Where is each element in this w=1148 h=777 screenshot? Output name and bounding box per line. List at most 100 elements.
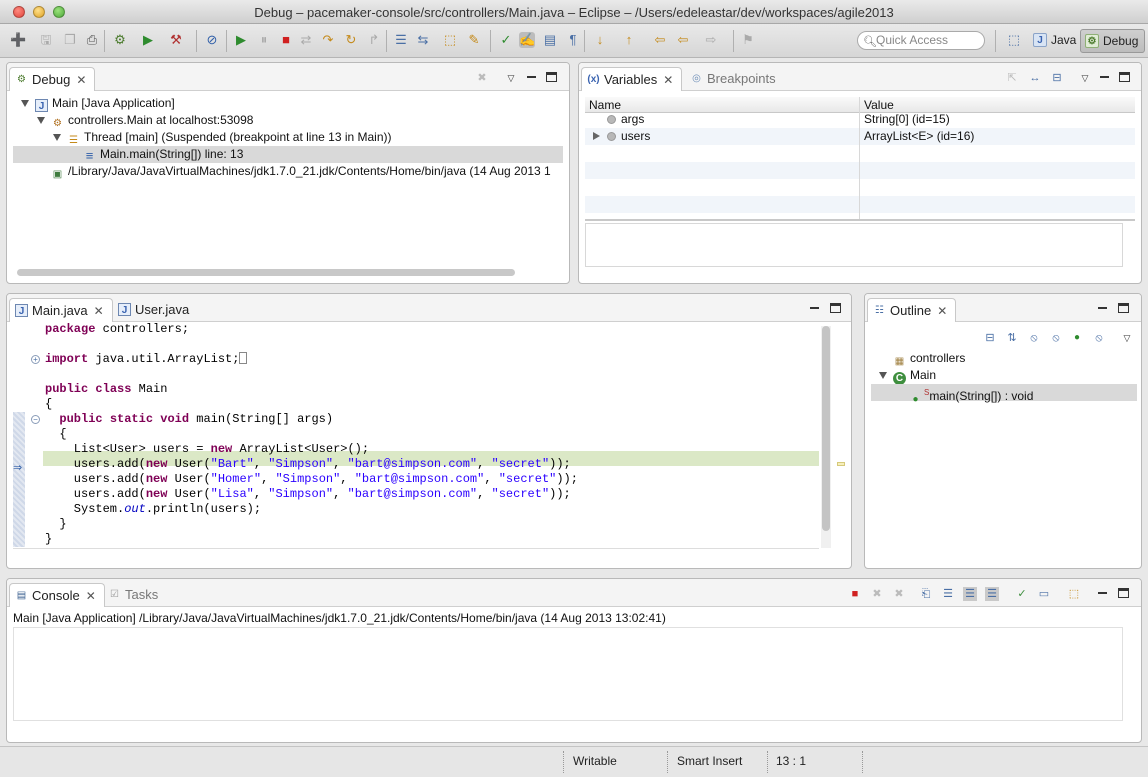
hide-non-public-icon[interactable]: ● [1070,331,1084,345]
minimize-view-button[interactable] [1096,302,1108,314]
forward-icon[interactable]: ⇨ [703,32,719,48]
terminate-icon[interactable]: ■ [278,32,294,48]
outline-item-class[interactable]: C Main [879,367,936,385]
show-whitespace-icon[interactable]: ¶ [565,32,581,48]
tab-user-java[interactable]: J User.java [113,298,197,322]
close-icon[interactable]: ✕ [937,304,947,318]
collapse-fold-icon[interactable]: − [31,415,40,424]
overview-ruler-marker[interactable] [837,462,845,466]
collapse-all-icon[interactable]: ⇱ [1005,71,1019,85]
expand-fold-icon[interactable]: + [31,355,40,364]
toggle-breadcrumb-icon[interactable]: ✓ [498,32,514,48]
vertical-scrollbar-thumb[interactable] [822,326,830,531]
open-perspective-icon[interactable]: ⬚ [1006,32,1022,48]
tab-main-java[interactable]: J Main.java ✕ [9,298,113,322]
show-logical-structure-icon[interactable]: ⊟ [1050,71,1064,85]
clear-console-icon[interactable]: ⎗ [919,587,933,601]
run-icon[interactable]: ▶ [140,32,156,48]
maximize-view-button[interactable] [546,72,557,82]
quick-access-input[interactable]: 🔍︎ Quick Access [857,31,985,50]
maximize-editor-button[interactable] [830,303,841,313]
minimize-view-button[interactable] [1096,587,1108,599]
remove-all-terminated-icon[interactable]: ✖ [892,587,906,601]
tree-item-process[interactable]: ▣/Library/Java/JavaVirtualMachines/jdk1.… [37,163,565,180]
resume-icon[interactable]: ▶ [233,32,249,48]
skip-breakpoints-icon[interactable]: ⊘ [204,32,220,48]
scroll-lock-icon[interactable]: ☰ [941,587,955,601]
close-icon[interactable]: ✕ [663,73,673,87]
last-edit-location-icon[interactable]: ⇦ [652,32,668,48]
column-name-header[interactable]: Name [589,98,621,112]
expand-icon[interactable] [593,132,600,140]
close-icon[interactable]: ✕ [94,304,104,318]
maximize-view-button[interactable] [1119,72,1130,82]
remove-launch-icon[interactable]: ✖ [870,587,884,601]
outline-item-method[interactable]: ●Smain(String[]) : void [871,384,1137,405]
hide-local-types-icon[interactable]: ⦸ [1092,331,1106,345]
view-menu-icon[interactable]: ▽ [1078,71,1092,85]
pin-editor-icon[interactable]: ⚑ [740,32,756,48]
tree-item-app[interactable]: J Main [Java Application] [21,95,175,112]
perspective-java-button[interactable]: J Java [1029,29,1082,53]
debug-run-icon[interactable]: ⚙ [112,32,128,48]
step-over-icon[interactable]: ↻ [343,32,359,48]
suspend-icon[interactable]: ⏸ [256,32,272,48]
vertical-scrollbar-track[interactable] [821,326,831,548]
tab-tasks[interactable]: ☑ Tasks [103,583,166,607]
previous-annotation-icon[interactable]: ↑ [621,32,637,48]
step-return-icon[interactable]: ↱ [366,32,382,48]
console-output[interactable] [13,627,1123,721]
show-on-stdout-icon[interactable]: ☰ [963,587,977,601]
block-selection-icon[interactable]: ▤ [542,32,558,48]
save-icon[interactable]: 🖫 [38,32,54,48]
tab-console[interactable]: ▤ Console ✕ [9,583,105,607]
new-icon[interactable]: ➕ [10,32,26,48]
details-pane-divider[interactable] [585,219,1135,221]
hide-static-icon[interactable]: ⦸ [1049,331,1063,345]
tab-outline[interactable]: ☷ Outline ✕ [867,298,957,322]
drop-to-frame-icon[interactable]: ☰ [393,32,409,48]
view-menu-icon[interactable]: ▽ [1120,331,1134,345]
pin-console-icon[interactable]: ✓ [1015,587,1029,601]
tree-item-debug-target[interactable]: ⚙ controllers.Main at localhost:53098 [37,112,253,129]
variable-details-pane[interactable] [585,223,1123,267]
use-step-filters-icon[interactable]: ⇆ [415,32,431,48]
view-menu-icon[interactable]: ▽ [504,71,518,85]
variable-row[interactable]: users ArrayList<E> (id=16) [585,128,1135,145]
show-on-stderr-icon[interactable]: ☰ [985,587,999,601]
remove-terminated-icon[interactable]: ✖ [475,71,489,85]
tab-breakpoints[interactable]: ◎ Breakpoints [685,67,784,91]
open-console-icon[interactable]: ⬚ [1067,587,1081,601]
close-icon[interactable]: ✕ [76,73,86,87]
tab-variables[interactable]: (x) Variables ✕ [581,67,683,91]
open-type-icon[interactable]: ⬚ [442,32,458,48]
tab-debug[interactable]: ⚙ Debug ✕ [9,67,96,91]
save-all-icon[interactable]: ❐ [62,32,78,48]
hide-fields-icon[interactable]: ⦸ [1027,331,1041,345]
close-icon[interactable]: ✕ [86,589,96,603]
outline-item-package[interactable]: ▦ controllers [893,350,966,367]
tree-item-thread[interactable]: ☰ Thread [main] (Suspended (breakpoint at… [53,129,392,146]
sort-icon[interactable]: ⇅ [1005,331,1019,345]
maximize-view-button[interactable] [1118,588,1129,598]
perspective-debug-button[interactable]: ⚙ Debug [1080,29,1146,53]
variable-row[interactable]: args String[0] (id=15) [585,111,1135,128]
minimize-editor-button[interactable] [808,302,820,314]
terminate-icon[interactable]: ■ [848,587,862,601]
step-into-icon[interactable]: ↷ [320,32,336,48]
minimize-view-button[interactable] [525,71,537,83]
back-icon[interactable]: ⇦ [675,32,691,48]
mark-occurrences-icon[interactable]: ✍ [519,32,535,48]
disconnect-icon[interactable]: ⇄ [298,32,314,48]
next-annotation-icon[interactable]: ↓ [592,32,608,48]
external-tools-icon[interactable]: ⚒ [168,32,184,48]
search-tools-icon[interactable]: ✎ [466,32,482,48]
collapse-all-icon[interactable]: ⊟ [983,331,997,345]
column-value-header[interactable]: Value [864,98,894,112]
maximize-view-button[interactable] [1118,303,1129,313]
tree-item-stack-frame[interactable]: ≡ Main.main(String[]) line: 13 [13,146,563,163]
show-type-names-icon[interactable]: ↔ [1028,71,1042,85]
minimize-view-button[interactable] [1098,71,1110,83]
print-icon[interactable]: ⎙ [84,32,100,48]
horizontal-scrollbar[interactable] [17,269,515,276]
